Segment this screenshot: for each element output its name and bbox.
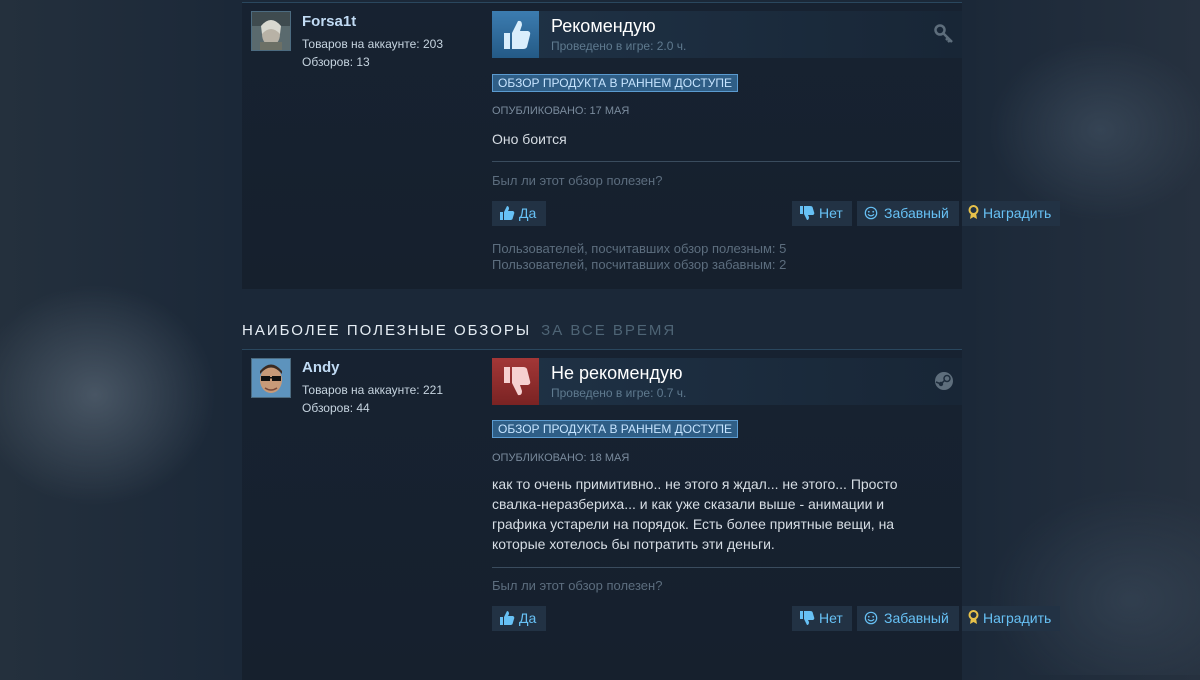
username[interactable]: Forsa1t — [302, 13, 356, 30]
thumbs-down-icon — [492, 358, 539, 405]
review-text-line: как то очень примитивно.. не этого я жда… — [492, 476, 898, 492]
reviews-count[interactable]: Обзоров: 13 — [302, 53, 370, 71]
verdict-header[interactable]: Не рекомендую Проведено в игре: 0.7 ч. — [492, 358, 962, 405]
helpful-count: Пользователей, посчитавших обзор полезны… — [492, 241, 787, 256]
products-count[interactable]: Товаров на аккаунте: 203 — [302, 35, 443, 53]
award-label: Наградить — [983, 610, 1052, 626]
vote-funny-label: Забавный — [884, 205, 949, 221]
review-card: Andy Товаров на аккаунте: 221 Обзоров: 4… — [242, 349, 1060, 680]
thumbs-up-icon — [498, 608, 516, 625]
award-icon — [967, 608, 980, 624]
hours-played: Проведено в игре: 2.0 ч. — [551, 39, 687, 53]
reviews-count[interactable]: Обзоров: 44 — [302, 399, 370, 417]
review-text-line: графика устарели на порядок. Есть более … — [492, 516, 895, 532]
vote-yes-button[interactable]: Да — [492, 201, 546, 226]
vote-funny-button[interactable]: Забавный — [857, 201, 959, 226]
thumbs-up-icon — [492, 11, 539, 58]
award-button[interactable]: Наградить — [962, 201, 1060, 226]
review-text-line: которые хотелось бы потратить эти деньги… — [492, 536, 775, 552]
award-icon — [967, 203, 980, 219]
review-card: Forsa1t Товаров на аккаунте: 203 Обзоров… — [242, 2, 1060, 289]
vote-no-button[interactable]: Нет — [792, 201, 852, 226]
avatar[interactable] — [251, 358, 291, 398]
award-button[interactable]: Наградить — [962, 606, 1060, 631]
posted-date: ОПУБЛИКОВАНО: 17 МАЯ — [492, 105, 630, 117]
section-title: НАИБОЛЕЕ ПОЛЕЗНЫЕ ОБЗОРЫ — [242, 322, 532, 339]
section-header: НАИБОЛЕЕ ПОЛЕЗНЫЕ ОБЗОРЫ ЗА ВСЕ ВРЕМЯ — [242, 322, 676, 339]
vote-funny-button[interactable]: Забавный — [857, 606, 959, 631]
vote-no-button[interactable]: Нет — [792, 606, 852, 631]
smile-icon — [863, 608, 881, 625]
posted-date: ОПУБЛИКОВАНО: 18 МАЯ — [492, 452, 630, 464]
vote-funny-label: Забавный — [884, 610, 949, 626]
avatar[interactable] — [251, 11, 291, 51]
review-text-line: свалка-неразбериха... и как уже сказали … — [492, 496, 885, 512]
early-access-badge: ОБЗОР ПРОДУКТА В РАННЕМ ДОСТУПЕ — [492, 74, 738, 92]
smile-icon — [863, 203, 881, 220]
helpful-question: Был ли этот обзор полезен? — [492, 578, 663, 593]
review-text: как то очень примитивно.. не этого я жда… — [492, 474, 922, 554]
vote-yes-label: Да — [519, 205, 537, 221]
thumbs-down-icon — [798, 203, 816, 220]
divider — [492, 567, 960, 568]
key-icon — [934, 24, 954, 44]
thumbs-up-icon — [498, 203, 516, 220]
funny-count: Пользователей, посчитавших обзор забавны… — [492, 257, 787, 272]
review-text: Оно боится — [492, 131, 567, 147]
vote-yes-label: Да — [519, 610, 537, 626]
section-period[interactable]: ЗА ВСЕ ВРЕМЯ — [541, 322, 676, 339]
vote-no-label: Нет — [819, 610, 843, 626]
hours-played: Проведено в игре: 0.7 ч. — [551, 386, 687, 400]
award-label: Наградить — [983, 205, 1052, 221]
vote-yes-button[interactable]: Да — [492, 606, 546, 631]
early-access-badge: ОБЗОР ПРОДУКТА В РАННЕМ ДОСТУПЕ — [492, 420, 738, 438]
products-count[interactable]: Товаров на аккаунте: 221 — [302, 381, 443, 399]
vote-no-label: Нет — [819, 205, 843, 221]
thumbs-down-icon — [798, 608, 816, 625]
divider — [492, 161, 960, 162]
username[interactable]: Andy — [302, 359, 340, 376]
helpful-question: Был ли этот обзор полезен? — [492, 173, 663, 188]
verdict-title: Не рекомендую — [551, 363, 683, 383]
verdict-header[interactable]: Рекомендую Проведено в игре: 2.0 ч. — [492, 11, 962, 58]
steam-icon — [934, 371, 954, 391]
verdict-title: Рекомендую — [551, 16, 656, 36]
